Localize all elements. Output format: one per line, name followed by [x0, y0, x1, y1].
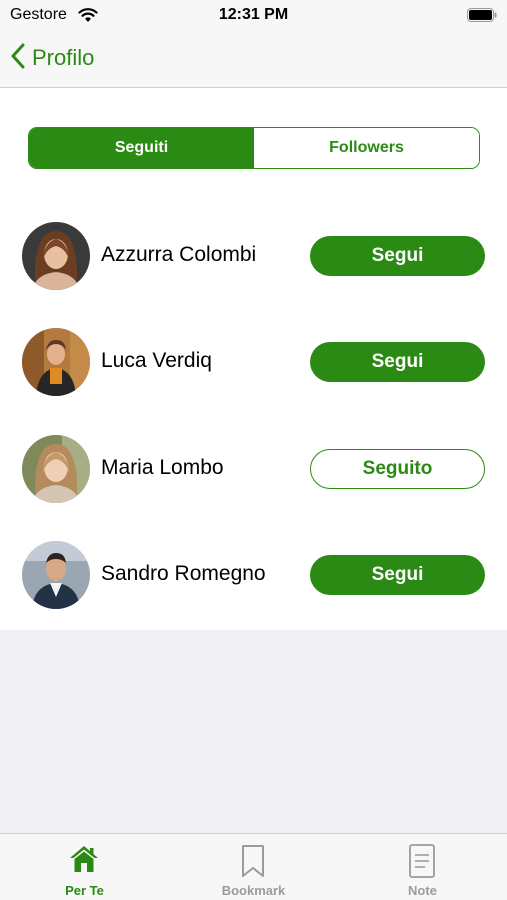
- back-label: Profilo: [32, 45, 95, 70]
- avatar: [22, 328, 90, 396]
- tab-bookmark[interactable]: Bookmark: [169, 834, 338, 900]
- status-time: 12:31 PM: [218, 6, 289, 23]
- user-name: Azzurra Colombi: [101, 243, 257, 266]
- user-name: Maria Lombo: [101, 456, 224, 479]
- user-name: Luca Verdiq: [101, 349, 212, 372]
- user-row: Maria Lombo Seguito: [0, 429, 507, 509]
- back-button[interactable]: Profilo: [10, 42, 94, 74]
- follow-button[interactable]: Segui: [310, 342, 485, 382]
- segment-seguiti[interactable]: Seguiti: [29, 128, 254, 168]
- avatar: [22, 222, 90, 290]
- tab-label: Bookmark: [221, 883, 286, 898]
- following-button[interactable]: Seguito: [310, 449, 485, 489]
- user-row: Sandro Romegno Segui: [0, 535, 507, 615]
- segment-followers[interactable]: Followers: [254, 128, 479, 168]
- user-row: Azzurra Colombi Segui: [0, 216, 507, 296]
- tab-bar: Per Te Bookmark Note: [0, 833, 507, 900]
- content-area: Seguiti Followers Azzurra Colombi Segui: [0, 88, 507, 630]
- follow-button[interactable]: Segui: [310, 236, 485, 276]
- avatar: [22, 541, 90, 609]
- tab-label: Note: [408, 883, 437, 898]
- avatar: [22, 435, 90, 503]
- user-name: Sandro Romegno: [101, 562, 266, 585]
- tab-label: Per Te: [65, 883, 104, 898]
- navigation-bar: Profilo: [0, 32, 507, 88]
- tab-note[interactable]: Note: [338, 834, 507, 900]
- follow-button[interactable]: Segui: [310, 555, 485, 595]
- user-row: Luca Verdiq Segui: [0, 322, 507, 402]
- status-bar: Gestore 12:31 PM: [0, 0, 507, 32]
- segmented-control: Seguiti Followers: [28, 127, 480, 169]
- battery-icon: [467, 8, 497, 27]
- chevron-left-icon: [10, 43, 26, 74]
- tab-per-te[interactable]: Per Te: [0, 834, 169, 900]
